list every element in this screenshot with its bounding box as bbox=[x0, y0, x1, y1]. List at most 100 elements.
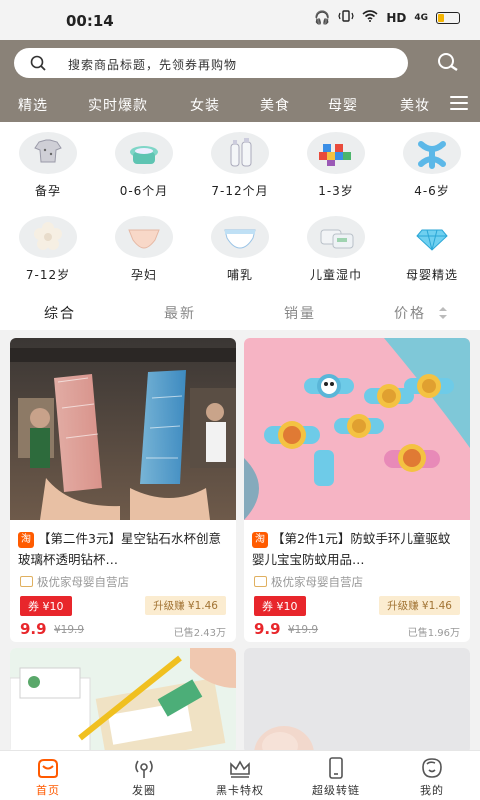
promo-row: 券 ¥10 升级赚 ¥1.46 bbox=[244, 592, 470, 618]
product-card[interactable]: 淘【第二件3元】星空钻石水杯创意玻璃杯透明钻杯… 极优家母婴自营店 券 ¥10 … bbox=[10, 338, 236, 642]
sort-newest[interactable]: 最新 bbox=[164, 303, 196, 323]
sort-comprehensive[interactable]: 综合 bbox=[44, 303, 76, 323]
building-blocks-icon bbox=[307, 132, 365, 174]
category-label: 孕妇 bbox=[130, 268, 157, 282]
search-row: 搜索商品标题，先领券再购物 bbox=[0, 48, 480, 80]
taobao-badge: 淘 bbox=[18, 532, 34, 548]
battery-icon bbox=[436, 12, 460, 24]
category-item[interactable]: 0-6个月 bbox=[96, 132, 192, 199]
category-label: 0-6个月 bbox=[119, 184, 169, 198]
product-image bbox=[244, 338, 470, 520]
diamond-icon bbox=[403, 216, 461, 258]
diaper-icon bbox=[211, 216, 269, 258]
phone-icon bbox=[329, 757, 343, 779]
category-label: 哺乳 bbox=[226, 268, 253, 282]
category-item[interactable]: 哺乳 bbox=[192, 216, 288, 283]
product-card[interactable] bbox=[244, 648, 470, 754]
nav-label: 超级转链 bbox=[312, 784, 360, 797]
search-icon bbox=[30, 55, 46, 71]
product-card[interactable]: 淘【第2件1元】防蚊手环儿童驱蚊婴儿宝宝防蚊用品… 极优家母婴自营店 券 ¥10… bbox=[244, 338, 470, 642]
product-image bbox=[244, 648, 470, 754]
vibrate-icon bbox=[338, 10, 354, 26]
bottom-navigation: 首页 发圈 黑卡特权 超级转链 我的 bbox=[0, 750, 480, 800]
taobao-badge: 淘 bbox=[252, 532, 268, 548]
sold-count: 已售2.43万 bbox=[173, 628, 226, 639]
category-item[interactable]: 母婴精选 bbox=[384, 216, 480, 283]
category-item[interactable]: 孕妇 bbox=[96, 216, 192, 283]
sort-bar: 综合 最新 销量 价格 bbox=[0, 294, 480, 330]
nav-super-link[interactable]: 超级转链 bbox=[288, 757, 384, 798]
nav-profile[interactable]: 我的 bbox=[384, 757, 480, 798]
crown-icon bbox=[230, 760, 250, 778]
subcategory-grid: 备孕 0-6个月 7-12个月 1-3岁 4-6岁 7-12岁 孕妇 哺乳 儿童… bbox=[0, 122, 480, 294]
shop-name: 极优家母婴自营店 bbox=[10, 572, 236, 592]
tab-beauty[interactable]: 美妆 bbox=[400, 95, 430, 115]
original-price: ¥19.9 bbox=[288, 624, 319, 636]
current-price: 9.9 bbox=[254, 620, 281, 638]
menu-icon[interactable] bbox=[450, 96, 468, 112]
tab-featured[interactable]: 精选 bbox=[18, 95, 48, 115]
sort-sales[interactable]: 销量 bbox=[284, 303, 316, 323]
shop-label: 极优家母婴自营店 bbox=[271, 575, 363, 589]
tab-womens-clothing[interactable]: 女装 bbox=[190, 95, 220, 115]
search-button-icon[interactable] bbox=[436, 51, 460, 75]
product-title-text: 【第2件1元】防蚊手环儿童驱蚊婴儿宝宝防蚊用品… bbox=[252, 531, 451, 567]
profile-face-icon bbox=[422, 758, 442, 778]
coupon-badge[interactable]: 券 ¥10 bbox=[20, 596, 72, 616]
upgrade-earn-badge: 升级赚 ¥1.46 bbox=[145, 596, 226, 615]
product-image bbox=[10, 648, 236, 754]
status-icons: 🎧 HD 4G bbox=[314, 10, 460, 26]
headphone-icon: 🎧 bbox=[314, 10, 331, 26]
nav-label: 发圈 bbox=[132, 784, 156, 797]
category-label: 4-6岁 bbox=[414, 184, 450, 198]
nav-label: 黑卡特权 bbox=[216, 784, 264, 797]
search-input[interactable]: 搜索商品标题，先领券再购物 bbox=[14, 48, 408, 78]
status-bar: 00:14 🎧 HD 4G bbox=[0, 0, 480, 40]
sort-price[interactable]: 价格 bbox=[394, 303, 426, 323]
shop-label: 极优家母婴自营店 bbox=[37, 575, 129, 589]
promo-row: 券 ¥10 升级赚 ¥1.46 bbox=[10, 592, 236, 618]
category-item[interactable]: 1-3岁 bbox=[288, 132, 384, 199]
product-grid: 淘【第二件3元】星空钻石水杯创意玻璃杯透明钻杯… 极优家母婴自营店 券 ¥10 … bbox=[0, 334, 480, 754]
original-price: ¥19.9 bbox=[54, 624, 85, 636]
product-image bbox=[10, 338, 236, 520]
nav-black-card[interactable]: 黑卡特权 bbox=[192, 757, 288, 798]
maternity-underwear-icon bbox=[115, 216, 173, 258]
shop-icon bbox=[20, 576, 33, 587]
upgrade-earn-badge: 升级赚 ¥1.46 bbox=[379, 596, 460, 615]
tab-mother-baby[interactable]: 母婴 bbox=[328, 95, 358, 115]
search-placeholder: 搜索商品标题，先领券再购物 bbox=[68, 58, 238, 72]
sold-count: 已售1.96万 bbox=[407, 628, 460, 639]
price-row: 9.9 ¥19.9 已售1.96万 bbox=[244, 618, 470, 642]
coupon-badge[interactable]: 券 ¥10 bbox=[254, 596, 306, 616]
category-item[interactable]: 7-12岁 bbox=[0, 216, 96, 283]
nav-home[interactable]: 首页 bbox=[0, 757, 96, 798]
nav-moments[interactable]: 发圈 bbox=[96, 757, 192, 798]
product-title-text: 【第二件3元】星空钻石水杯创意玻璃杯透明钻杯… bbox=[18, 531, 221, 567]
category-label: 7-12岁 bbox=[25, 268, 71, 282]
category-label: 儿童湿巾 bbox=[309, 268, 362, 282]
category-item[interactable]: 备孕 bbox=[0, 132, 96, 199]
tab-food[interactable]: 美食 bbox=[260, 95, 290, 115]
nav-label: 首页 bbox=[36, 784, 60, 797]
baby-bottle-icon bbox=[211, 132, 269, 174]
product-title: 淘【第2件1元】防蚊手环儿童驱蚊婴儿宝宝防蚊用品… bbox=[244, 520, 470, 572]
app-screen: 00:14 🎧 HD 4G 搜索商品标题，先领券再购物 精选 实时爆款 女装 美… bbox=[0, 0, 480, 800]
signal-4g: 4G bbox=[414, 13, 428, 23]
shop-icon bbox=[254, 576, 267, 587]
category-label: 1-3岁 bbox=[318, 184, 354, 198]
product-card[interactable] bbox=[10, 648, 236, 754]
category-item[interactable]: 4-6岁 bbox=[384, 132, 480, 199]
header: 00:14 🎧 HD 4G 搜索商品标题，先领券再购物 精选 实时爆款 女装 美… bbox=[0, 0, 480, 122]
wifi-icon bbox=[362, 10, 378, 26]
flower-mat-icon bbox=[19, 216, 77, 258]
shop-name: 极优家母婴自营店 bbox=[244, 572, 470, 592]
network-hd: HD bbox=[386, 11, 407, 25]
sort-arrows-icon[interactable] bbox=[438, 306, 448, 320]
toy-icon bbox=[403, 132, 461, 174]
tab-hot[interactable]: 实时爆款 bbox=[88, 95, 148, 115]
category-item[interactable]: 儿童湿巾 bbox=[288, 216, 384, 283]
category-item[interactable]: 7-12个月 bbox=[192, 132, 288, 199]
wet-wipes-icon bbox=[307, 216, 365, 258]
status-time: 00:14 bbox=[66, 12, 114, 30]
